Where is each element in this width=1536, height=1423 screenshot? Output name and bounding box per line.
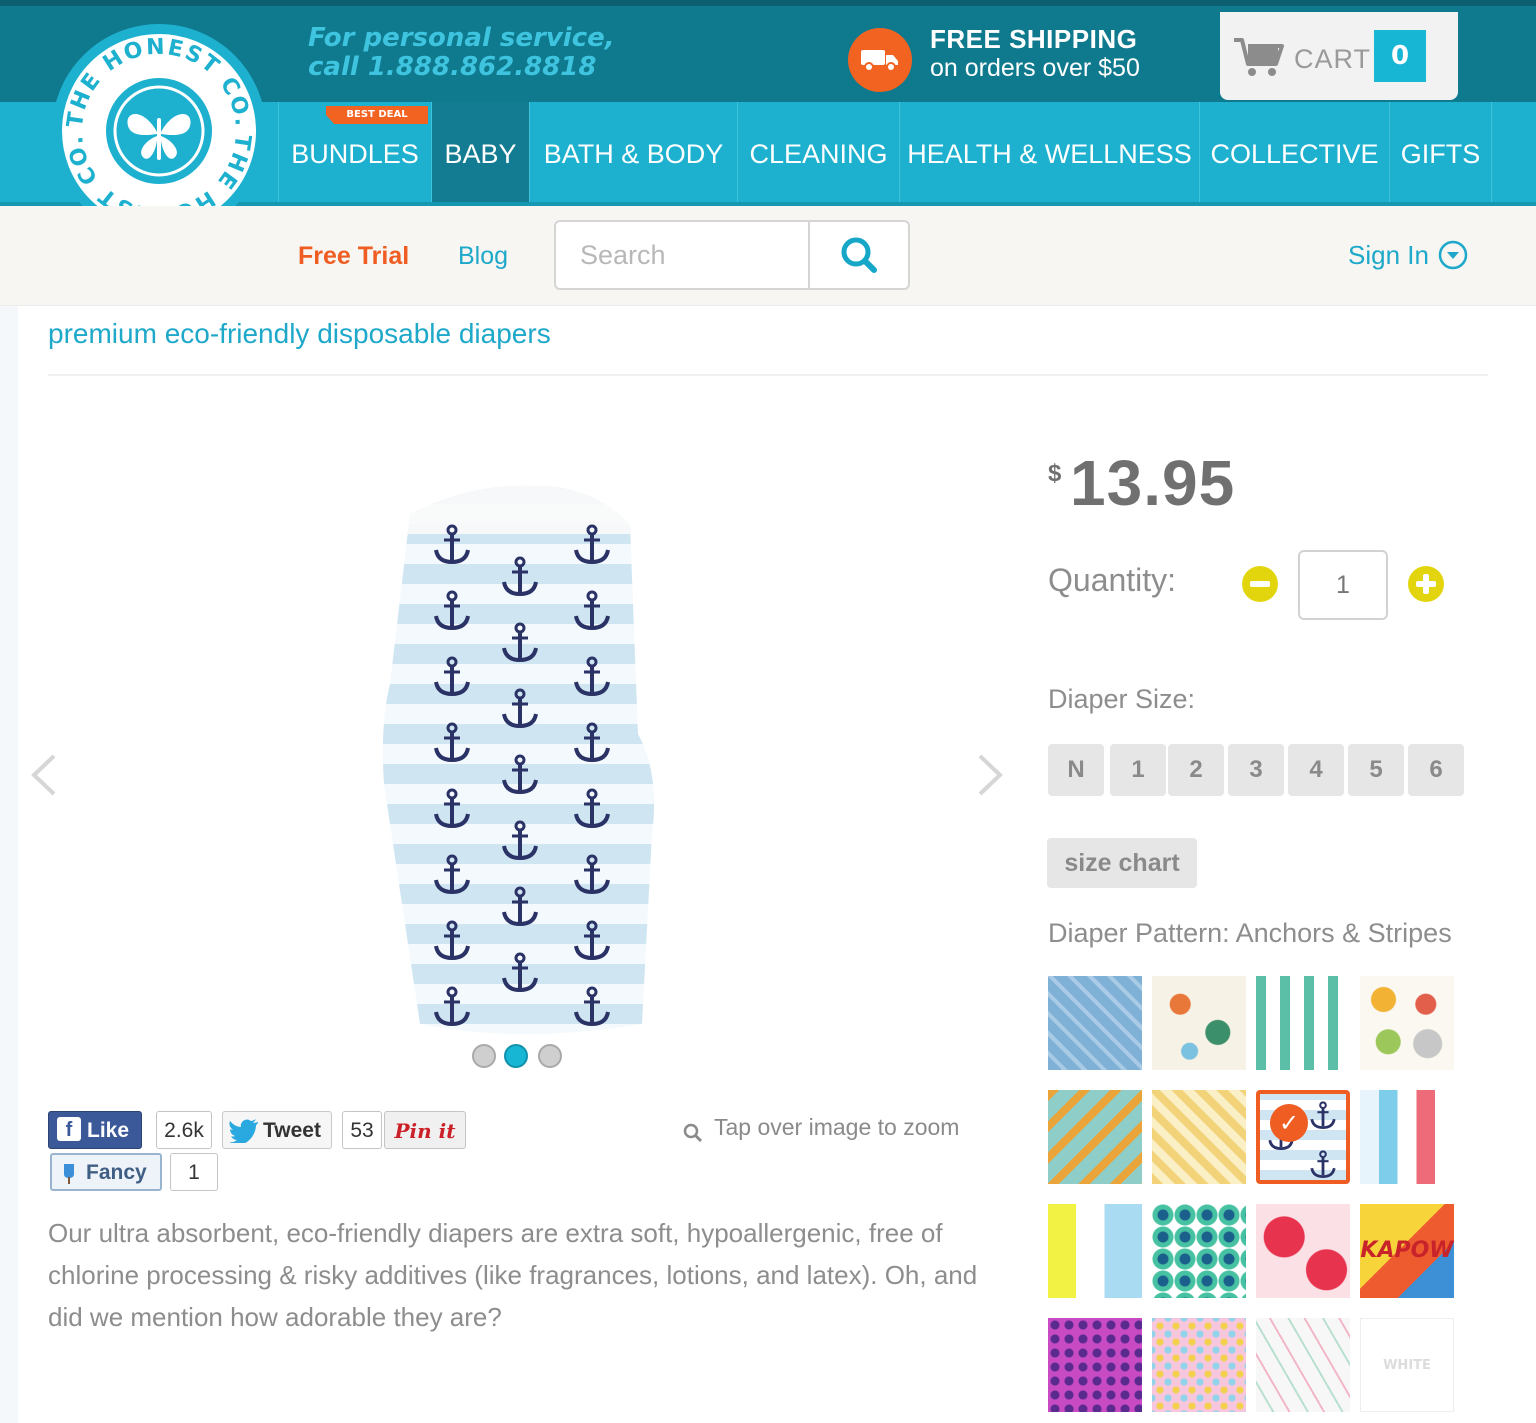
plus-icon-vertical [1423,574,1429,594]
free-shipping-banner: FREE SHIPPING on orders over $50 [930,24,1140,82]
size-option-5[interactable]: 5 [1348,744,1404,796]
nav-baby[interactable]: BABY [432,102,530,202]
search-button[interactable] [808,222,908,288]
pinterest-pin-button[interactable]: Pin it [384,1111,466,1149]
nav-gifts[interactable]: GIFTS [1390,102,1492,202]
quantity-increase-button[interactable] [1408,566,1444,602]
pattern-swatch-dinosaurs[interactable] [1256,1318,1350,1412]
checkmark-icon: ✓ [1270,1104,1308,1142]
phone-number-link[interactable]: call 1.888.862.8818 [308,53,615,82]
free-trial-link[interactable]: Free Trial [298,242,409,271]
size-option-n[interactable]: N [1048,744,1104,796]
fancy-count: 1 [170,1153,218,1191]
pattern-swatch-fruit-deer[interactable] [1360,976,1454,1070]
cart-label: CART [1294,44,1372,74]
nav-collective[interactable]: COLLECTIVE [1200,102,1390,202]
magnifier-icon [683,1123,703,1143]
fancy-icon [64,1164,74,1184]
diaper-pattern-label: Diaper Pattern: Anchors & Stripes [1048,918,1452,948]
fancy-label: Fancy [86,1161,147,1184]
cart-count-badge: 0 [1374,30,1426,82]
quantity-input[interactable] [1298,550,1388,620]
pattern-swatch-gingham[interactable] [1152,1090,1246,1184]
chevron-down-icon[interactable] [1438,240,1468,270]
blog-link[interactable]: Blog [458,242,508,271]
secondary-bar: Free Trial Blog Sign In [0,206,1536,306]
tweet-label: Tweet [263,1119,321,1142]
pattern-swatch-fox-forest[interactable] [1152,976,1246,1070]
size-option-6[interactable]: 6 [1408,744,1464,796]
tweet-button[interactable]: Tweet [222,1111,332,1149]
fancy-button[interactable]: Fancy [50,1153,162,1191]
product-description: Our ultra absorbent, eco-friendly diaper… [48,1218,978,1332]
pattern-swatch-arrows[interactable] [1048,976,1142,1070]
diaper-product-image[interactable] [380,484,662,1040]
zoom-hint-text: Tap over image to zoom [714,1114,960,1140]
pattern-swatch-comic-kapow[interactable]: KAPOW [1360,1204,1454,1298]
next-image-arrow[interactable] [974,752,1006,798]
truck-icon [848,28,912,92]
like-label: Like [87,1119,130,1142]
sign-in-link[interactable]: Sign In [1348,240,1429,271]
pattern-swatch-leaves[interactable] [1256,976,1350,1070]
carousel-dot-2[interactable] [504,1044,528,1068]
anchor-icon [1268,1101,1336,1178]
divider [48,374,1488,376]
pattern-swatch-strawberries[interactable] [1256,1204,1350,1298]
size-chart-button[interactable]: size chart [1047,838,1197,888]
twitter-bird-icon [229,1119,258,1143]
price-currency: $ [1048,460,1062,487]
pattern-swatch-dino-arrows[interactable] [1048,1090,1142,1184]
pattern-swatch-purple-leopard[interactable] [1048,1318,1142,1412]
best-deal-badge: BEST DEAL [326,106,428,124]
cart-button[interactable]: CART 0 [1220,12,1458,100]
shipping-subtitle: on orders over $50 [930,54,1140,82]
size-option-4[interactable]: 4 [1288,744,1344,796]
cart-icon [1234,38,1284,76]
nav-health-wellness[interactable]: HEALTH & WELLNESS [900,102,1200,202]
facebook-like-button[interactable]: f Like [48,1111,142,1149]
tweet-count: 53 [342,1111,382,1149]
previous-image-arrow[interactable] [28,752,60,798]
promo-line-1: For personal service, [308,23,615,53]
pattern-swatch-white[interactable]: WHITE [1360,1318,1454,1412]
price-amount: 13.95 [1070,447,1236,519]
shipping-title: FREE SHIPPING [930,24,1138,54]
quantity-label: Quantity: [1048,562,1177,598]
search-box [554,220,910,290]
page-side-decoration [0,306,18,1423]
size-option-2[interactable]: 2 [1168,744,1224,796]
carousel-dot-1[interactable] [472,1044,496,1068]
size-option-3[interactable]: 3 [1228,744,1284,796]
like-count: 2.6k [156,1111,212,1149]
pattern-swatch-pink-hearts[interactable] [1152,1318,1246,1412]
facebook-icon: f [57,1117,81,1142]
zoom-hint: Tap over image to zoom [683,1114,960,1143]
image-carousel-dots [470,1042,566,1070]
pattern-swatch-letters[interactable] [1048,1204,1142,1298]
pattern-swatch-peacock[interactable] [1152,1204,1246,1298]
minus-icon [1250,581,1270,587]
personal-service-promo: For personal service, call 1.888.862.881… [308,24,615,82]
pattern-swatch-anchors-stripes[interactable]: ✓ [1256,1090,1350,1184]
product-subtitle: premium eco-friendly disposable diapers [48,318,551,349]
search-input[interactable] [556,222,808,288]
carousel-dot-3[interactable] [538,1044,562,1068]
diaper-size-label: Diaper Size: [1048,684,1196,714]
size-option-1[interactable]: 1 [1110,744,1166,796]
nav-bath-body[interactable]: BATH & BODY [530,102,738,202]
butterfly-icon [106,78,212,184]
quantity-decrease-button[interactable] [1242,566,1278,602]
search-icon [841,237,877,273]
pattern-swatch-stars-stripes[interactable] [1360,1090,1454,1184]
nav-cleaning[interactable]: CLEANING [738,102,900,202]
